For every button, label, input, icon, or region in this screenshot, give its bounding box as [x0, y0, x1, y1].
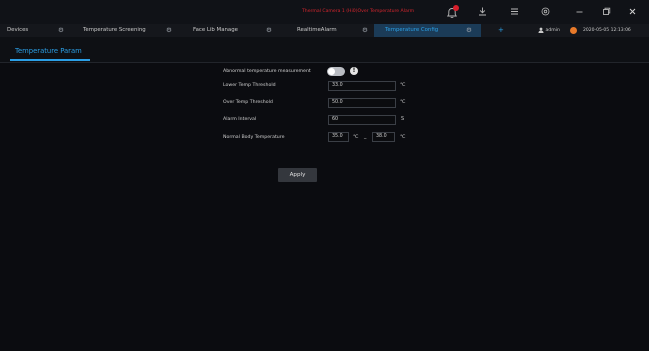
alarm-notification-text[interactable]: Thermal Camera 1 (Hi0)Over Temperature A… [302, 9, 414, 14]
normal-temp-min-input[interactable]: 35.0 [328, 132, 349, 142]
download-icon[interactable] [478, 7, 487, 19]
tab-label: Devices [7, 27, 29, 33]
info-icon[interactable]: ! [350, 67, 358, 75]
status-avatar [570, 27, 577, 34]
restore-icon[interactable] [602, 7, 611, 19]
toggle-knob [328, 68, 335, 75]
tab-label: RealtimeAlarm [297, 27, 337, 33]
minimize-icon[interactable] [575, 7, 584, 19]
gear-icon[interactable]: ⚙ [362, 24, 368, 37]
settings-icon[interactable] [541, 7, 550, 19]
over-temp-unit: ℃ [400, 100, 406, 105]
tab-devices[interactable]: Devices ⚙ [7, 24, 67, 37]
range-separator: _ [364, 134, 367, 139]
gear-icon[interactable]: ⚙ [166, 24, 172, 37]
bell-icon[interactable] [446, 5, 460, 19]
over-temp-label: Over Temp Threshold [223, 100, 273, 105]
user-account[interactable]: admin [538, 24, 560, 37]
normal-temp-label: Normal Body Temperature [223, 135, 285, 140]
content-area [0, 63, 649, 351]
tab-temperature-screening[interactable]: Temperature Screening ⚙ [83, 24, 178, 37]
subtab-row: Temperature Param [0, 37, 649, 63]
close-icon[interactable] [628, 7, 637, 19]
menu-icon[interactable] [510, 7, 519, 19]
tab-label: Face Lib Manage [193, 27, 238, 33]
normal-temp-max-input[interactable]: 38.0 [372, 132, 395, 142]
user-name: admin [545, 28, 560, 33]
lower-temp-input[interactable]: 33.0 [328, 81, 396, 91]
gear-icon[interactable]: ⚙ [58, 24, 64, 37]
tab-realtime-alarm[interactable]: RealtimeAlarm ⚙ [297, 24, 374, 37]
abnormal-temp-label: Abnormal temperature measurement [223, 69, 311, 74]
apply-button[interactable]: Apply [278, 168, 317, 182]
tab-face-lib-manage[interactable]: Face Lib Manage ⚙ [193, 24, 276, 37]
abnormal-temp-toggle[interactable] [327, 67, 345, 76]
alarm-interval-input[interactable]: 60 [328, 115, 396, 125]
subtab-underline [10, 59, 90, 61]
alarm-interval-label: Alarm Interval [223, 117, 257, 122]
lower-temp-label: Lower Temp Threshold [223, 83, 276, 88]
date-time: 2020-05-05 12:13:06 [583, 28, 631, 33]
gear-icon[interactable]: ⚙ [266, 24, 272, 37]
alarm-interval-unit: S [401, 117, 405, 122]
normal-temp-min-unit: ℃ [353, 135, 359, 140]
title-bar: Thermal Camera 1 (Hi0)Over Temperature A… [0, 0, 649, 24]
subtab-temperature-param[interactable]: Temperature Param [15, 47, 82, 55]
over-temp-input[interactable]: 50.0 [328, 98, 396, 108]
tab-temperature-config[interactable]: Temperature Config ⚙ [374, 24, 481, 37]
add-tab-icon[interactable]: + [498, 24, 504, 37]
lower-temp-unit: ℃ [400, 83, 406, 88]
normal-temp-max-unit: ℃ [400, 135, 406, 140]
tab-label: Temperature Screening [83, 27, 146, 33]
alarm-count-badge [453, 5, 459, 11]
tab-label: Temperature Config [385, 27, 439, 33]
gear-icon[interactable]: ⚙ [466, 24, 472, 37]
